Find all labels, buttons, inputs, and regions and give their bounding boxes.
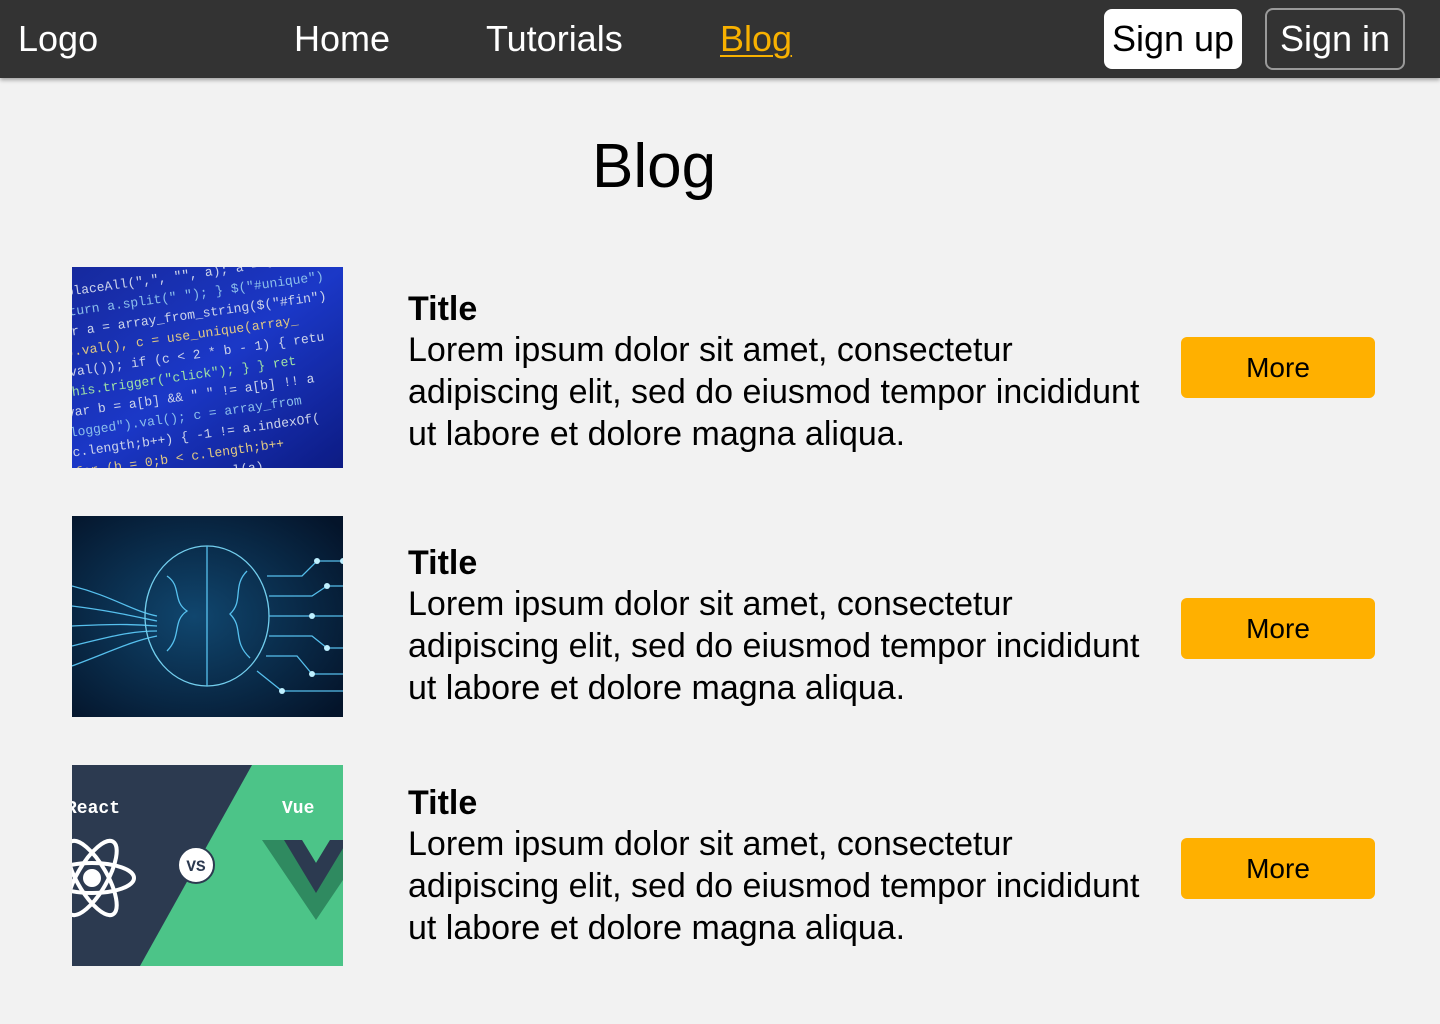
vs-badge: VS (186, 858, 206, 876)
ai-brain-circuit-image (72, 516, 343, 717)
post-content: Title Lorem ipsum dolor sit amet, consec… (408, 543, 1148, 709)
blog-post: replaceAll(",", "", a); a = a.repl retur… (0, 267, 1440, 468)
post-title: Title (408, 290, 478, 328)
react-label: React (72, 799, 120, 819)
blog-post: Title Lorem ipsum dolor sit amet, consec… (0, 516, 1440, 717)
nav-link-home[interactable]: Home (294, 17, 390, 61)
post-title: Title (408, 544, 478, 582)
logo[interactable]: Logo (18, 17, 98, 61)
top-navbar: Logo Home Tutorials Blog Sign up Sign in (0, 0, 1440, 78)
vue-label: Vue (282, 799, 314, 819)
sign-in-button[interactable]: Sign in (1265, 8, 1405, 70)
page-title: Blog (592, 132, 717, 201)
more-button[interactable]: More (1181, 598, 1375, 659)
nav-link-tutorials[interactable]: Tutorials (486, 17, 623, 61)
post-content: Title Lorem ipsum dolor sit amet, consec… (408, 783, 1148, 949)
post-title: Title (408, 784, 478, 822)
code-screen-image: replaceAll(",", "", a); a = a.repl retur… (72, 267, 343, 468)
sign-up-button[interactable]: Sign up (1104, 9, 1242, 69)
react-vs-vue-image: React Vue VS (72, 765, 343, 966)
post-body: Lorem ipsum dolor sit amet, consectetur … (408, 825, 1140, 947)
more-button[interactable]: More (1181, 838, 1375, 899)
post-body: Lorem ipsum dolor sit amet, consectetur … (408, 585, 1140, 707)
more-button[interactable]: More (1181, 337, 1375, 398)
post-body: Lorem ipsum dolor sit amet, consectetur … (408, 331, 1140, 453)
nav-link-blog[interactable]: Blog (720, 17, 792, 61)
blog-post: React Vue VS Title Lorem ipsum dolor sit… (0, 765, 1440, 966)
post-content: Title Lorem ipsum dolor sit amet, consec… (408, 289, 1148, 455)
